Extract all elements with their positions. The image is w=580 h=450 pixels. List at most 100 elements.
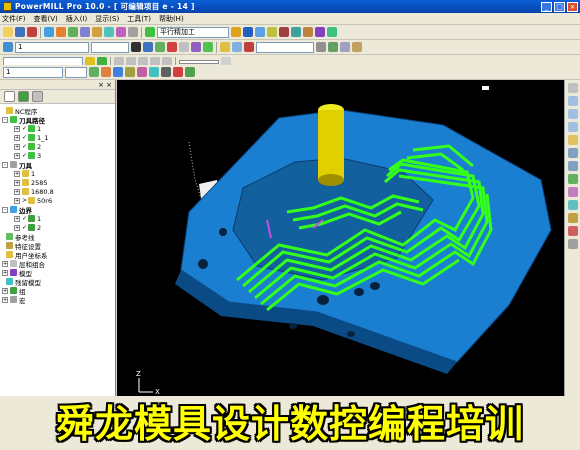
view-top-icon[interactable] bbox=[568, 96, 578, 106]
speed-slider[interactable] bbox=[179, 60, 219, 64]
minimize-button[interactable]: _ bbox=[541, 1, 552, 12]
tree-item-tool-1[interactable]: +1 bbox=[14, 169, 35, 178]
view-draft-icon[interactable] bbox=[568, 226, 578, 236]
strategy-select[interactable]: 平行精加工 bbox=[157, 26, 229, 38]
workplane-icon[interactable] bbox=[104, 27, 114, 37]
hole bbox=[289, 323, 297, 329]
menu-bar: 文件(F) 查看(V) 插入(I) 显示(S) 工具(T) 帮助(H) bbox=[0, 13, 580, 25]
delete-icon[interactable] bbox=[27, 27, 37, 37]
pan-icon[interactable] bbox=[328, 42, 338, 52]
tree-item-tool-2585[interactable]: +2585 bbox=[14, 178, 48, 187]
boundary-icon[interactable] bbox=[68, 27, 78, 37]
open-icon[interactable] bbox=[3, 27, 13, 37]
rainbow-icon[interactable] bbox=[191, 42, 201, 52]
view-zoom-out-icon[interactable] bbox=[568, 161, 578, 171]
info-icon[interactable] bbox=[327, 27, 337, 37]
hole bbox=[198, 259, 208, 269]
view-rotate-icon[interactable] bbox=[568, 135, 578, 145]
red-icon[interactable] bbox=[173, 67, 183, 77]
rotate-icon[interactable] bbox=[340, 42, 350, 52]
settings-icon[interactable] bbox=[291, 27, 301, 37]
tree-item-toolpaths[interactable]: - 刀具路径 bbox=[2, 115, 45, 125]
save-icon[interactable] bbox=[15, 27, 25, 37]
view-iso-icon[interactable] bbox=[568, 83, 578, 93]
tree-item-macros[interactable]: + 宏 bbox=[2, 295, 26, 305]
tree-item-tool-1680[interactable]: +1680.8 bbox=[14, 187, 54, 196]
graphics-viewport[interactable]: Z X bbox=[117, 80, 564, 396]
end-icon[interactable] bbox=[167, 42, 177, 52]
title-bar: PowerMILL Pro 10.0 - [ 可编辑项目 e - 14 ] _ … bbox=[0, 0, 580, 13]
machine-icon[interactable] bbox=[232, 42, 242, 52]
sim-entity-select[interactable]: 1 bbox=[15, 41, 89, 53]
ncprog-icon[interactable] bbox=[267, 27, 277, 37]
level-select[interactable]: 1 bbox=[3, 66, 63, 78]
tree-item-toolpath-1[interactable]: + ✓ 1 bbox=[14, 124, 41, 133]
tab-explorer[interactable] bbox=[4, 91, 15, 102]
zoom-icon[interactable] bbox=[316, 42, 326, 52]
shade-icon[interactable] bbox=[179, 42, 189, 52]
menu-file[interactable]: 文件(F) bbox=[2, 14, 26, 24]
view-shade-icon[interactable] bbox=[568, 187, 578, 197]
sim-tool-icon[interactable] bbox=[3, 42, 13, 52]
fit-icon[interactable] bbox=[352, 42, 362, 52]
view-plain-icon[interactable] bbox=[568, 213, 578, 223]
viewport-canvas: Z X bbox=[136, 86, 552, 396]
menu-insert[interactable]: 插入(I) bbox=[66, 14, 88, 24]
stock-icon[interactable] bbox=[220, 42, 230, 52]
transform-icon[interactable] bbox=[315, 27, 325, 37]
feature-icon[interactable] bbox=[92, 27, 102, 37]
rapid-icon[interactable] bbox=[128, 27, 138, 37]
stop-icon[interactable] bbox=[279, 27, 289, 37]
tree-item-tools[interactable]: - 刀具 bbox=[2, 160, 32, 170]
edit-toolbar: 1 bbox=[0, 65, 580, 80]
view-front-icon[interactable] bbox=[568, 109, 578, 119]
simulation-toolbar: 1 bbox=[0, 40, 580, 55]
step-icon[interactable] bbox=[143, 42, 153, 52]
strategy-icon[interactable] bbox=[145, 27, 155, 37]
menu-help[interactable]: 帮助(H) bbox=[159, 14, 184, 24]
forward-icon[interactable] bbox=[155, 42, 165, 52]
view-marker bbox=[482, 86, 489, 90]
pattern-icon[interactable] bbox=[80, 27, 90, 37]
menu-view[interactable]: 查看(V) bbox=[34, 14, 58, 24]
calculate-icon[interactable] bbox=[231, 27, 241, 37]
close-button[interactable]: × bbox=[567, 1, 578, 12]
view-side-icon[interactable] bbox=[568, 122, 578, 132]
verify-icon[interactable] bbox=[243, 27, 253, 37]
blue-icon[interactable] bbox=[113, 67, 123, 77]
tab-other[interactable] bbox=[32, 91, 43, 102]
tree-item-boundary-1[interactable]: + ✓ 1 bbox=[14, 214, 41, 223]
green2-icon[interactable] bbox=[185, 67, 195, 77]
tree-item-toolpath-1-1[interactable]: + ✓ 1_1 bbox=[14, 133, 49, 142]
cyan-icon[interactable] bbox=[149, 67, 159, 77]
orange-icon[interactable] bbox=[101, 67, 111, 77]
green-icon[interactable] bbox=[89, 67, 99, 77]
dark-icon[interactable] bbox=[161, 67, 171, 77]
tree-item-boundaries[interactable]: - 边界 bbox=[2, 205, 32, 215]
play-icon[interactable] bbox=[131, 42, 141, 52]
menu-display[interactable]: 显示(S) bbox=[95, 14, 119, 24]
simulate-icon[interactable] bbox=[255, 27, 265, 37]
maximize-button[interactable]: □ bbox=[554, 1, 565, 12]
measure-icon[interactable] bbox=[303, 27, 313, 37]
explorer-header: × × bbox=[0, 80, 115, 90]
view-wire-icon[interactable] bbox=[568, 200, 578, 210]
block-icon[interactable] bbox=[44, 27, 54, 37]
sim-mode-select[interactable] bbox=[91, 41, 129, 53]
sub-select[interactable] bbox=[65, 66, 87, 78]
tree-item-toolpath-2[interactable]: + ✓ 2 bbox=[14, 142, 41, 151]
collision-icon[interactable] bbox=[244, 42, 254, 52]
tab-tools[interactable] bbox=[18, 91, 29, 102]
view-refresh-icon[interactable] bbox=[568, 239, 578, 249]
view-zoom-in-icon[interactable] bbox=[568, 148, 578, 158]
view-fit-icon[interactable] bbox=[568, 174, 578, 184]
view-select[interactable] bbox=[256, 41, 314, 53]
olive-icon[interactable] bbox=[125, 67, 135, 77]
axis-z-label: Z bbox=[136, 370, 141, 378]
leads-icon[interactable] bbox=[116, 27, 126, 37]
panel-close-icon[interactable]: × × bbox=[98, 81, 112, 89]
menu-tools[interactable]: 工具(T) bbox=[127, 14, 151, 24]
tool-icon[interactable] bbox=[56, 27, 66, 37]
wire-icon[interactable] bbox=[203, 42, 213, 52]
pink-icon[interactable] bbox=[137, 67, 147, 77]
